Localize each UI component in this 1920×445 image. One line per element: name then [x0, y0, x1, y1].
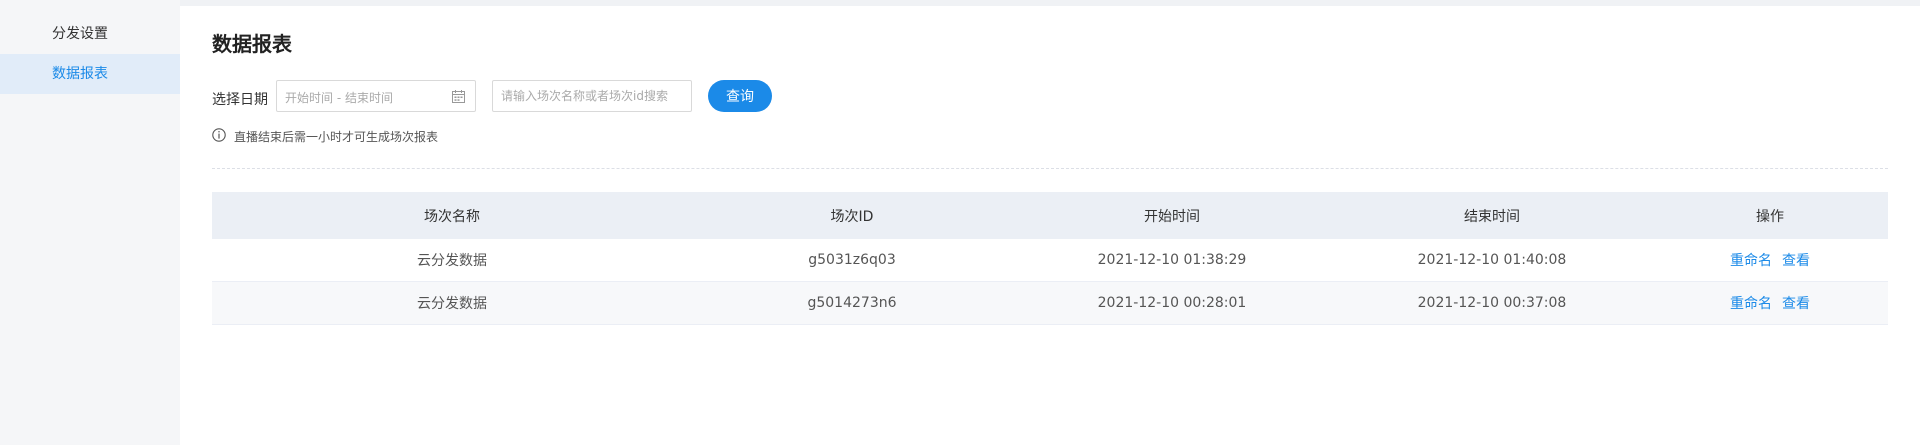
- sidebar-item-data-report[interactable]: 数据报表: [0, 54, 180, 94]
- query-button[interactable]: 查询: [708, 80, 772, 112]
- date-label: 选择日期: [212, 92, 268, 108]
- cell-session-name: 云分发数据: [417, 253, 487, 269]
- column-header-name: 场次名称: [424, 208, 480, 225]
- divider: [212, 168, 1888, 169]
- column-header-actions: 操作: [1756, 208, 1784, 225]
- view-link[interactable]: 查看: [1782, 253, 1810, 269]
- cell-session-id: g5014273n6: [807, 295, 897, 311]
- cell-end-time: 2021-12-10 00:37:08: [1417, 295, 1567, 311]
- app: 分发设置 数据报表 数据报表 选择日期 开始时间 - 结束时间 请输入场次名称或…: [0, 0, 1920, 445]
- cell-end-time: 2021-12-10 01:40:08: [1417, 252, 1567, 268]
- column-header-start-time: 开始时间: [1144, 208, 1200, 225]
- sidebar-item-distribution-settings[interactable]: 分发设置: [0, 14, 180, 54]
- info-icon: [212, 128, 226, 142]
- table-row: 云分发数据 g5031z6q03 2021-12-10 01:38:29 202…: [212, 239, 1888, 282]
- rename-link[interactable]: 重命名: [1730, 253, 1772, 269]
- rename-link[interactable]: 重命名: [1730, 296, 1772, 312]
- calendar-icon: [452, 90, 465, 103]
- cell-start-time: 2021-12-10 01:38:29: [1097, 252, 1247, 268]
- table-header: 场次名称 场次ID 开始时间 结束时间 操作: [212, 192, 1888, 239]
- cell-session-name: 云分发数据: [417, 296, 487, 312]
- table-row: 云分发数据 g5014273n6 2021-12-10 00:28:01 202…: [212, 282, 1888, 325]
- search-input[interactable]: [492, 80, 692, 112]
- tip-text: 直播结束后需一小时才可生成场次报表: [234, 130, 439, 144]
- date-range-picker[interactable]: 开始时间 - 结束时间: [276, 80, 476, 112]
- view-link[interactable]: 查看: [1782, 296, 1810, 312]
- cell-session-id: g5031z6q03: [808, 252, 896, 268]
- cell-start-time: 2021-12-10 00:28:01: [1097, 295, 1247, 311]
- page-title: 数据报表: [212, 32, 292, 56]
- date-range-placeholder: 开始时间 - 结束时间: [285, 91, 393, 105]
- sidebar: 分发设置 数据报表: [0, 0, 180, 445]
- cell-actions: 重命名 查看: [1652, 293, 1888, 313]
- column-header-id: 场次ID: [830, 208, 874, 225]
- report-table: 场次名称 场次ID 开始时间 结束时间 操作 云分发数据 g5031z6q03 …: [212, 192, 1888, 325]
- column-header-end-time: 结束时间: [1464, 208, 1520, 225]
- main-content: 数据报表 选择日期 开始时间 - 结束时间 查询: [180, 6, 1920, 445]
- cell-actions: 重命名 查看: [1652, 250, 1888, 270]
